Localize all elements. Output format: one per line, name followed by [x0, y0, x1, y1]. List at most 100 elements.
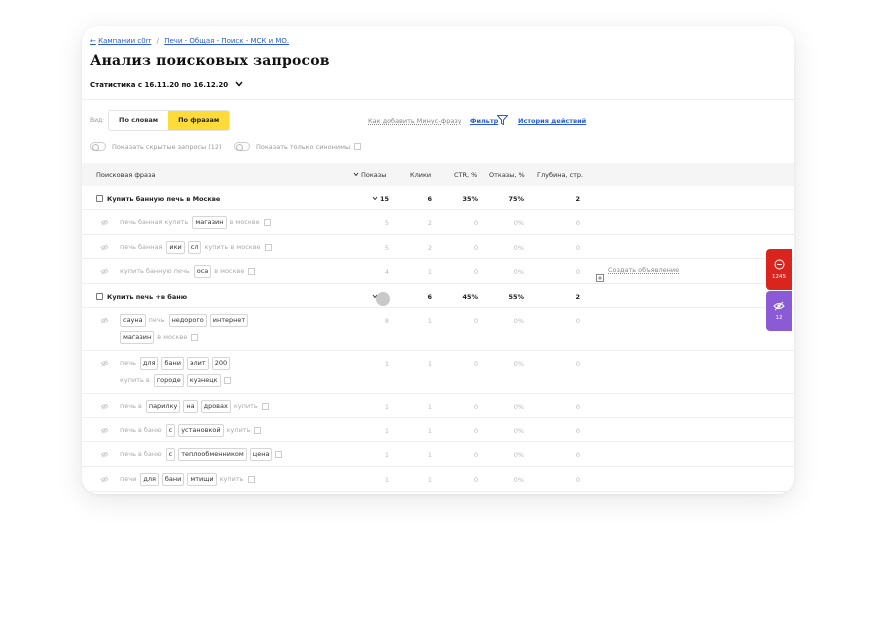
phrase-word-chip[interactable]: сауна	[120, 314, 146, 327]
view-by-phrases-button[interactable]: По фразам	[168, 111, 230, 130]
create-ad-link[interactable]: Создать объявление	[608, 266, 679, 274]
view-by-words-button[interactable]: По словам	[109, 111, 168, 130]
minus-phrases-badge[interactable]: 1245	[766, 249, 792, 290]
minus-count: 1245	[772, 274, 786, 280]
row-shows: 1	[384, 451, 389, 459]
phrase-word-chip[interactable]: элит	[186, 357, 209, 370]
row-ctr: 0	[473, 244, 478, 252]
eye-off-icon[interactable]	[100, 219, 109, 228]
phrase-word-chip[interactable]: на	[183, 400, 198, 413]
help-icon[interactable]	[223, 376, 231, 384]
phrase-line: печь банная купить магазин в москве	[120, 216, 271, 229]
phrase-word-chip[interactable]: 200	[211, 357, 231, 370]
phrase-word-chip[interactable]: теплообменником	[178, 448, 247, 461]
row-depth: 0	[575, 268, 580, 276]
row-shows: 5	[384, 244, 389, 252]
eye-off-icon[interactable]	[100, 451, 109, 460]
help-icon[interactable]	[247, 475, 255, 483]
phrase-word-chip[interactable]: парилку	[145, 400, 181, 413]
row-shows: 4	[384, 268, 389, 276]
help-icon[interactable]	[248, 267, 256, 275]
hidden-queries-badge[interactable]: 12	[766, 291, 792, 331]
phrase-word-chip[interactable]: ики	[166, 241, 185, 254]
phrase-word-chip[interactable]: магазин	[120, 331, 155, 344]
row-depth: 0	[575, 427, 580, 435]
history-link[interactable]: История действий	[518, 117, 586, 125]
breadcrumb-back-arrow[interactable]: ←	[90, 37, 96, 45]
synonyms-toggle[interactable]	[234, 142, 250, 151]
phrase-line: печь в парилку на дровах купить	[120, 400, 269, 413]
show-hidden-toggle[interactable]	[90, 142, 106, 151]
eye-off-icon	[773, 301, 785, 311]
phrase-word-chip[interactable]: городе	[153, 374, 184, 387]
row-clicks: 1	[427, 268, 432, 276]
synonyms-toggle-row[interactable]: Показать только синонимы	[234, 142, 362, 151]
col-bounce[interactable]: Отказы, %	[489, 171, 525, 179]
help-icon[interactable]	[263, 218, 271, 226]
table-row: печь в баню с установкой купить 1 1 0 0% 0	[82, 418, 794, 442]
table-row: печь банная купить магазин в москве 5 2 0 0% 0	[82, 210, 794, 235]
filter-icon[interactable]	[497, 115, 508, 125]
period-selector[interactable]: Статистика с 16.11.20 по 16.12.20	[90, 81, 243, 89]
group-bounce: 75%	[508, 195, 524, 203]
eye-off-icon[interactable]	[100, 360, 109, 369]
row-depth: 0	[575, 219, 580, 227]
phrase-word-chip[interactable]: бани	[161, 473, 185, 486]
phrase-word-chip[interactable]: установкой	[178, 424, 224, 437]
col-shows[interactable]: Показы	[353, 171, 386, 179]
row-ctr: 0	[473, 317, 478, 325]
phrase-word-chip[interactable]: с	[165, 448, 176, 461]
phrase-word-chip[interactable]: с	[165, 424, 176, 437]
table-row: печи для бани мтищи купить 1 1 0 0% 0	[82, 467, 794, 492]
eye-off-icon[interactable]	[100, 476, 109, 485]
phrase-word-chip[interactable]: для	[140, 473, 159, 486]
row-shows: 8	[384, 317, 389, 325]
phrase-word-chip[interactable]: мтищи	[187, 473, 217, 486]
row-bounce: 0%	[513, 244, 524, 252]
phrase-word-chip[interactable]: для	[139, 357, 159, 370]
row-clicks: 1	[427, 451, 432, 459]
plus-square-icon[interactable]	[596, 267, 604, 286]
eye-off-icon[interactable]	[100, 268, 109, 277]
eye-off-icon[interactable]	[100, 244, 109, 253]
phrase-word-chip[interactable]: бани	[161, 357, 184, 370]
row-ctr: 0	[473, 427, 478, 435]
eye-off-icon[interactable]	[100, 403, 109, 412]
how-to-add-minus-phrase-link[interactable]: Как добавить Минус-фразу	[368, 117, 462, 125]
help-icon[interactable]	[191, 333, 199, 341]
phrase-word-chip[interactable]: магазин	[192, 216, 227, 229]
col-ctr[interactable]: CTR, %	[454, 171, 477, 179]
phrase-word-chip[interactable]: дровах	[200, 400, 231, 413]
table-row: сауна печь недорого интернет магазин в москве…	[82, 308, 794, 351]
help-icon[interactable]	[354, 143, 362, 150]
col-depth[interactable]: Глубина, стр.	[537, 171, 583, 179]
row-depth: 0	[575, 403, 580, 411]
breadcrumb-separator: /	[156, 37, 159, 45]
breadcrumb-campaigns-link[interactable]: Кампании c0rr	[98, 37, 151, 45]
eye-off-icon[interactable]	[100, 427, 109, 436]
phrase-word-chip[interactable]: недорого	[168, 314, 207, 327]
help-icon[interactable]	[254, 426, 262, 434]
phrase-line: печь банная ики сл купить в москве	[120, 241, 272, 254]
eye-off-icon[interactable]	[100, 317, 109, 326]
phrase-text: печи	[120, 475, 137, 483]
phrase-word-chip[interactable]: оса	[193, 265, 212, 278]
show-hidden-toggle-row[interactable]: Показать скрытые запросы (12)	[90, 142, 222, 151]
phrase-word-chip[interactable]: сл	[187, 241, 202, 254]
group-label[interactable]: Купить печь +в баню	[96, 293, 187, 301]
filter-button[interactable]: Фильтр	[470, 117, 498, 125]
help-icon[interactable]	[261, 402, 269, 410]
help-icon[interactable]	[264, 243, 272, 251]
phrase-line: купить банную печь оса в москве	[120, 265, 256, 278]
group-label[interactable]: Купить банную печь в Москве	[96, 195, 220, 203]
breadcrumb-campaign-link[interactable]: Печи - Общая - Поиск - МСК и МО.	[164, 37, 289, 45]
col-clicks[interactable]: Клики	[410, 171, 431, 179]
phrase-word-chip[interactable]: интернет	[209, 314, 249, 327]
phrase-word-chip[interactable]: кузнецк	[186, 374, 221, 387]
row-ctr: 0	[473, 360, 478, 368]
col-phrase[interactable]: Поисковая фраза	[96, 171, 155, 179]
help-icon[interactable]	[275, 450, 283, 458]
row-ctr: 0	[473, 451, 478, 459]
group-shows[interactable]: 15	[349, 195, 389, 203]
phrase-word-chip[interactable]: цена	[249, 448, 273, 461]
